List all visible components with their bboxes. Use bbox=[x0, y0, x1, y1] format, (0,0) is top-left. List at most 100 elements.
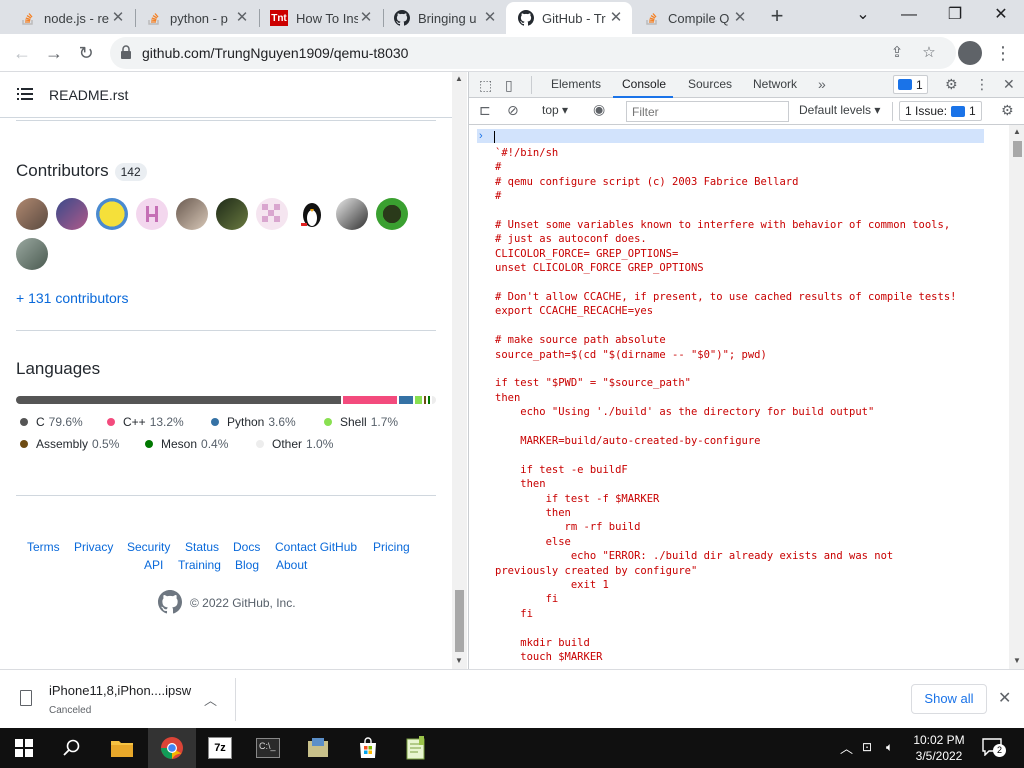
avatar[interactable] bbox=[376, 198, 408, 230]
console-prompt-row[interactable] bbox=[477, 129, 984, 143]
chevron-up-icon[interactable]: ︿ bbox=[204, 690, 217, 709]
tab-network[interactable]: Network bbox=[753, 77, 797, 91]
devtools-menu-icon[interactable]: ⋮ bbox=[975, 76, 989, 93]
tray-chevron-up-icon[interactable]: ︿ bbox=[840, 738, 853, 757]
browser-tab-0[interactable]: node.js - re ✕ bbox=[8, 2, 134, 34]
device-toggle-icon[interactable]: ▯ bbox=[505, 77, 513, 94]
tab-console[interactable]: Console bbox=[622, 77, 666, 91]
console-filter-input[interactable] bbox=[626, 101, 789, 122]
avatar[interactable] bbox=[16, 238, 48, 270]
contributors-heading[interactable]: Contributors 142 bbox=[16, 161, 147, 181]
close-devtools-icon[interactable]: ✕ bbox=[1003, 76, 1015, 93]
close-icon[interactable]: ✕ bbox=[358, 10, 374, 26]
live-expression-eye-icon[interactable]: ◉ bbox=[593, 101, 605, 118]
restore-button[interactable]: ❐ bbox=[932, 2, 978, 30]
avatar[interactable] bbox=[56, 198, 88, 230]
github-logo-icon[interactable] bbox=[158, 590, 182, 614]
download-filename[interactable]: iPhone11,8,iPhon....ipsw bbox=[49, 683, 191, 698]
volume-icon[interactable]: 🔈︎ bbox=[886, 740, 893, 755]
minimize-button[interactable]: — bbox=[886, 2, 932, 30]
browser-tab-2[interactable]: Tnt How To Ins ✕ bbox=[258, 2, 382, 34]
language-c[interactable]: C 79.6% bbox=[20, 415, 83, 429]
issues-button[interactable]: 1 Issue: 1 bbox=[899, 101, 982, 121]
avatar[interactable] bbox=[16, 198, 48, 230]
footer-link-blog[interactable]: Blog bbox=[235, 558, 259, 572]
search-icon[interactable] bbox=[56, 732, 88, 764]
share-icon[interactable]: ⇪ bbox=[886, 42, 908, 64]
forward-arrow-icon[interactable]: → bbox=[40, 39, 68, 67]
network-icon[interactable]: ⊡ bbox=[862, 740, 872, 754]
avatar[interactable] bbox=[216, 198, 248, 230]
language-meson[interactable]: Meson 0.4% bbox=[145, 437, 228, 451]
log-levels-dropdown[interactable]: Default levels ▾ bbox=[799, 103, 880, 117]
console-output[interactable]: › `#!/bin/sh # # qemu configure script (c)… bbox=[469, 125, 1009, 669]
installer-icon[interactable] bbox=[302, 732, 334, 764]
page-scrollbar[interactable]: ▲ ▼ bbox=[452, 72, 467, 669]
chrome-icon[interactable] bbox=[156, 732, 188, 764]
terminal-icon[interactable]: C:\_ bbox=[252, 732, 284, 764]
scroll-up-arrow-icon[interactable]: ▲ bbox=[1013, 127, 1021, 136]
window-close-button[interactable]: ✕ bbox=[978, 2, 1024, 30]
scroll-down-arrow-icon[interactable]: ▼ bbox=[1013, 656, 1021, 665]
language-shell[interactable]: Shell 1.7% bbox=[324, 415, 398, 429]
messages-badge[interactable]: 1 bbox=[893, 75, 928, 94]
footer-link-security[interactable]: Security bbox=[127, 540, 170, 554]
scrollbar-thumb[interactable] bbox=[1013, 141, 1022, 157]
language-assembly[interactable]: Assembly 0.5% bbox=[20, 437, 119, 451]
notification-center-icon[interactable]: 2 bbox=[982, 738, 1006, 758]
tab-sources[interactable]: Sources bbox=[688, 77, 732, 91]
system-clock[interactable]: 10:02 PM 3/5/2022 bbox=[906, 732, 972, 764]
scrollbar-thumb[interactable] bbox=[455, 590, 464, 652]
close-icon[interactable]: ✕ bbox=[732, 10, 748, 26]
language-python[interactable]: Python 3.6% bbox=[211, 415, 296, 429]
footer-link-pricing[interactable]: Pricing bbox=[373, 540, 410, 554]
new-tab-button[interactable]: + bbox=[764, 4, 790, 30]
windows-start-icon[interactable] bbox=[8, 732, 40, 764]
tab-elements[interactable]: Elements bbox=[551, 77, 601, 91]
language-other[interactable]: Other 1.0% bbox=[256, 437, 333, 451]
footer-link-docs[interactable]: Docs bbox=[233, 540, 260, 554]
console-settings-gear-icon[interactable]: ⚙ bbox=[1001, 102, 1014, 119]
file-explorer-icon[interactable] bbox=[106, 732, 138, 764]
profile-avatar-icon[interactable] bbox=[958, 41, 982, 65]
clear-console-icon[interactable]: ⊘ bbox=[507, 102, 519, 119]
scroll-down-arrow-icon[interactable]: ▼ bbox=[455, 656, 463, 665]
avatar[interactable] bbox=[176, 198, 208, 230]
store-icon[interactable] bbox=[352, 732, 384, 764]
more-contributors-link[interactable]: + 131 contributors bbox=[16, 290, 128, 306]
close-icon[interactable]: ✕ bbox=[482, 10, 498, 26]
console-scrollbar[interactable]: ▲ ▼ bbox=[1009, 125, 1024, 669]
kebab-menu-icon[interactable]: ⋮ bbox=[993, 42, 1013, 64]
browser-tab-1[interactable]: python - p ✕ bbox=[134, 2, 258, 34]
close-icon[interactable]: ✕ bbox=[998, 688, 1011, 708]
avatar[interactable] bbox=[256, 198, 288, 230]
more-tabs-icon[interactable]: » bbox=[818, 76, 826, 92]
readme-title[interactable]: README.rst bbox=[49, 87, 128, 103]
close-icon[interactable]: ✕ bbox=[234, 10, 250, 26]
language-cpp[interactable]: C++ 13.2% bbox=[107, 415, 184, 429]
settings-gear-icon[interactable]: ⚙ bbox=[945, 76, 958, 93]
browser-tab-3[interactable]: Bringing u ✕ bbox=[382, 2, 506, 34]
7zip-icon[interactable]: 7z bbox=[204, 732, 236, 764]
browser-tab-active[interactable]: GitHub - Tr ✕ bbox=[506, 2, 632, 34]
footer-link-contact[interactable]: Contact GitHub bbox=[275, 540, 357, 554]
footer-link-status[interactable]: Status bbox=[185, 540, 219, 554]
avatar[interactable] bbox=[136, 198, 168, 230]
browser-tab-5[interactable]: Compile Q ✕ bbox=[632, 2, 756, 34]
close-icon[interactable]: ✕ bbox=[608, 10, 624, 26]
notepad-plus-icon[interactable] bbox=[400, 732, 432, 764]
bookmark-star-icon[interactable]: ☆ bbox=[918, 42, 940, 64]
avatar[interactable] bbox=[336, 198, 368, 230]
avatar[interactable] bbox=[296, 198, 328, 230]
sidebar-toggle-icon[interactable]: ⊏ bbox=[479, 102, 491, 119]
list-icon[interactable] bbox=[17, 87, 33, 101]
tab-search-chevron-icon[interactable]: ⌄ bbox=[840, 2, 886, 30]
footer-link-about[interactable]: About bbox=[276, 558, 307, 572]
context-selector[interactable]: top ▾ bbox=[542, 103, 568, 117]
inspect-element-icon[interactable]: ⬚ bbox=[479, 77, 492, 94]
footer-link-training[interactable]: Training bbox=[178, 558, 221, 572]
scroll-up-arrow-icon[interactable]: ▲ bbox=[455, 74, 463, 83]
footer-link-api[interactable]: API bbox=[144, 558, 163, 572]
address-bar[interactable]: github.com/TrungNguyen1909/qemu-t8030 ⇪ … bbox=[110, 37, 956, 69]
reload-icon[interactable]: ↻ bbox=[72, 39, 100, 67]
